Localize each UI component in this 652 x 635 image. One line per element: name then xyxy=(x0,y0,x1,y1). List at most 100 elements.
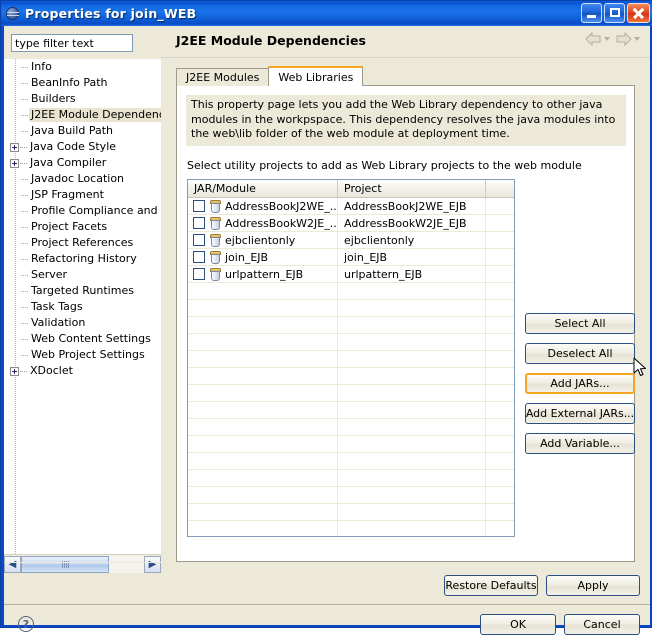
sidebar-item-j2ee-module-dependenci[interactable]: J2EE Module Dependenci xyxy=(4,107,161,123)
table-row-empty[interactable] xyxy=(188,453,514,470)
tab-j2ee-modules[interactable]: J2EE Modules xyxy=(176,68,270,86)
jar-module-table[interactable]: JAR/Module Project AddressBookJ2WE_... Ad… xyxy=(187,179,515,537)
sidebar-item-java-code-style[interactable]: Java Code Style xyxy=(4,139,161,155)
column-header-project[interactable]: Project xyxy=(338,180,486,197)
table-row-empty[interactable] xyxy=(188,521,514,536)
row-checkbox[interactable] xyxy=(193,217,205,229)
sidebar-item-validation[interactable]: Validation xyxy=(4,315,161,331)
sidebar-item-profile-compliance-and-va[interactable]: Profile Compliance and Va xyxy=(4,203,161,219)
table-row[interactable]: AddressBookJ2WE_... AddressBookJ2WE_EJB xyxy=(188,198,514,215)
scrollbar-thumb[interactable] xyxy=(21,555,109,573)
sidebar-item-refactoring-history[interactable]: Refactoring History xyxy=(4,251,161,267)
table-row-empty[interactable] xyxy=(188,385,514,402)
table-row-empty[interactable] xyxy=(188,436,514,453)
table-row-empty[interactable] xyxy=(188,334,514,351)
sidebar-item-targeted-runtimes[interactable]: Targeted Runtimes xyxy=(4,283,161,299)
settings-tree[interactable]: Info BeanInfo Path Builders J2EE Module Dep… xyxy=(4,59,161,554)
back-arrow-icon[interactable] xyxy=(585,32,602,46)
forward-arrow-icon[interactable] xyxy=(615,32,632,46)
table-row-empty[interactable] xyxy=(188,368,514,385)
add-external-jars-button[interactable]: Add External JARs... xyxy=(525,403,635,424)
expand-plus-icon[interactable] xyxy=(10,142,19,152)
table-row-empty[interactable] xyxy=(188,351,514,368)
cell-jar-module xyxy=(188,317,338,333)
instruction-text: Select utility projects to add as Web Li… xyxy=(187,159,582,172)
sidebar-item-project-references[interactable]: Project References xyxy=(4,235,161,251)
sidebar-item-project-facets[interactable]: Project Facets xyxy=(4,219,161,235)
sidebar-item-info[interactable]: Info xyxy=(4,59,161,75)
cell-jar-module xyxy=(188,334,338,350)
sidebar-item-web-project-settings[interactable]: Web Project Settings xyxy=(4,347,161,363)
tree-indent-spacer xyxy=(10,79,20,88)
row-checkbox[interactable] xyxy=(193,234,205,246)
sidebar-item-builders[interactable]: Builders xyxy=(4,91,161,107)
back-dropdown-caret-icon[interactable] xyxy=(604,37,610,41)
tree-branch-icon xyxy=(20,143,28,152)
scroll-left-arrow-icon[interactable]: ◀ xyxy=(4,555,21,573)
restore-defaults-button[interactable]: Restore Defaults xyxy=(444,575,538,596)
cancel-button[interactable]: Cancel xyxy=(564,614,640,635)
apply-button[interactable]: Apply xyxy=(546,575,640,596)
select-all-button[interactable]: Select All xyxy=(525,313,635,334)
sidebar-item-label: Builders xyxy=(31,92,76,105)
footer-divider-bottom xyxy=(4,604,650,605)
table-row-empty[interactable] xyxy=(188,419,514,436)
deselect-all-button[interactable]: Deselect All xyxy=(525,343,635,364)
sidebar-item-label: Info xyxy=(31,60,52,73)
table-row[interactable]: ejbclientonly ejbclientonly xyxy=(188,232,514,249)
tree-indent-spacer xyxy=(10,175,20,184)
table-row-empty[interactable] xyxy=(188,300,514,317)
table-action-buttons: Select All Deselect All Add JARs... Add … xyxy=(525,313,635,454)
cell-extra xyxy=(486,232,514,248)
table-row[interactable]: urlpattern_EJB urlpattern_EJB xyxy=(188,266,514,283)
ok-button[interactable]: OK xyxy=(480,614,556,635)
table-row[interactable]: join_EJB join_EJB xyxy=(188,249,514,266)
expand-plus-icon[interactable] xyxy=(10,366,19,376)
tree-branch-icon xyxy=(21,351,29,360)
column-header-extra[interactable] xyxy=(486,180,514,197)
row-checkbox[interactable] xyxy=(193,268,205,280)
row-checkbox[interactable] xyxy=(193,251,205,263)
sidebar-item-task-tags[interactable]: Task Tags xyxy=(4,299,161,315)
maximize-button[interactable] xyxy=(604,3,625,23)
close-button[interactable] xyxy=(627,3,650,23)
sidebar-item-java-compiler[interactable]: Java Compiler xyxy=(4,155,161,171)
sidebar-item-label: J2EE Module Dependenci xyxy=(29,108,161,122)
sidebar-item-xdoclet[interactable]: XDoclet xyxy=(4,363,161,379)
scrollbar-track[interactable] xyxy=(21,555,144,573)
cell-extra xyxy=(486,487,514,503)
table-row-empty[interactable] xyxy=(188,470,514,487)
sidebar-horizontal-scrollbar[interactable]: ◀ ▶ xyxy=(4,554,161,573)
tab-web-libraries[interactable]: Web Libraries xyxy=(268,66,364,86)
table-row-empty[interactable] xyxy=(188,283,514,300)
column-header-jar-module[interactable]: JAR/Module xyxy=(188,180,338,197)
table-row-empty[interactable] xyxy=(188,487,514,504)
sidebar-item-beaninfo-path[interactable]: BeanInfo Path xyxy=(4,75,161,91)
sidebar-item-web-content-settings[interactable]: Web Content Settings xyxy=(4,331,161,347)
tree-branch-icon xyxy=(21,95,29,104)
cell-project xyxy=(338,385,486,401)
tree-branch-icon xyxy=(20,367,28,376)
tree-branch-icon xyxy=(21,63,29,72)
help-icon[interactable]: ? xyxy=(18,616,34,632)
table-row-empty[interactable] xyxy=(188,317,514,334)
cell-project: ejbclientonly xyxy=(338,232,486,248)
filter-input[interactable] xyxy=(11,34,133,52)
sidebar-item-jsp-fragment[interactable]: JSP Fragment xyxy=(4,187,161,203)
sidebar-item-server[interactable]: Server xyxy=(4,267,161,283)
add-variable-button[interactable]: Add Variable... xyxy=(525,433,635,454)
forward-dropdown-caret-icon[interactable] xyxy=(634,37,640,41)
cell-project xyxy=(338,317,486,333)
minimize-button[interactable] xyxy=(581,3,602,23)
add-jars-button[interactable]: Add JARs... xyxy=(525,373,635,394)
expand-plus-icon[interactable] xyxy=(10,158,19,168)
scroll-right-arrow-icon[interactable]: ▶ xyxy=(144,555,161,573)
table-row-empty[interactable] xyxy=(188,402,514,419)
tree-branch-icon xyxy=(21,335,29,344)
sidebar-item-java-build-path[interactable]: Java Build Path xyxy=(4,123,161,139)
sidebar-item-javadoc-location[interactable]: Javadoc Location xyxy=(4,171,161,187)
tree-branch-icon xyxy=(21,207,29,216)
table-row[interactable]: AddressBookW2JE_... AddressBookW2JE_EJB xyxy=(188,215,514,232)
table-row-empty[interactable] xyxy=(188,504,514,521)
row-checkbox[interactable] xyxy=(193,200,205,212)
